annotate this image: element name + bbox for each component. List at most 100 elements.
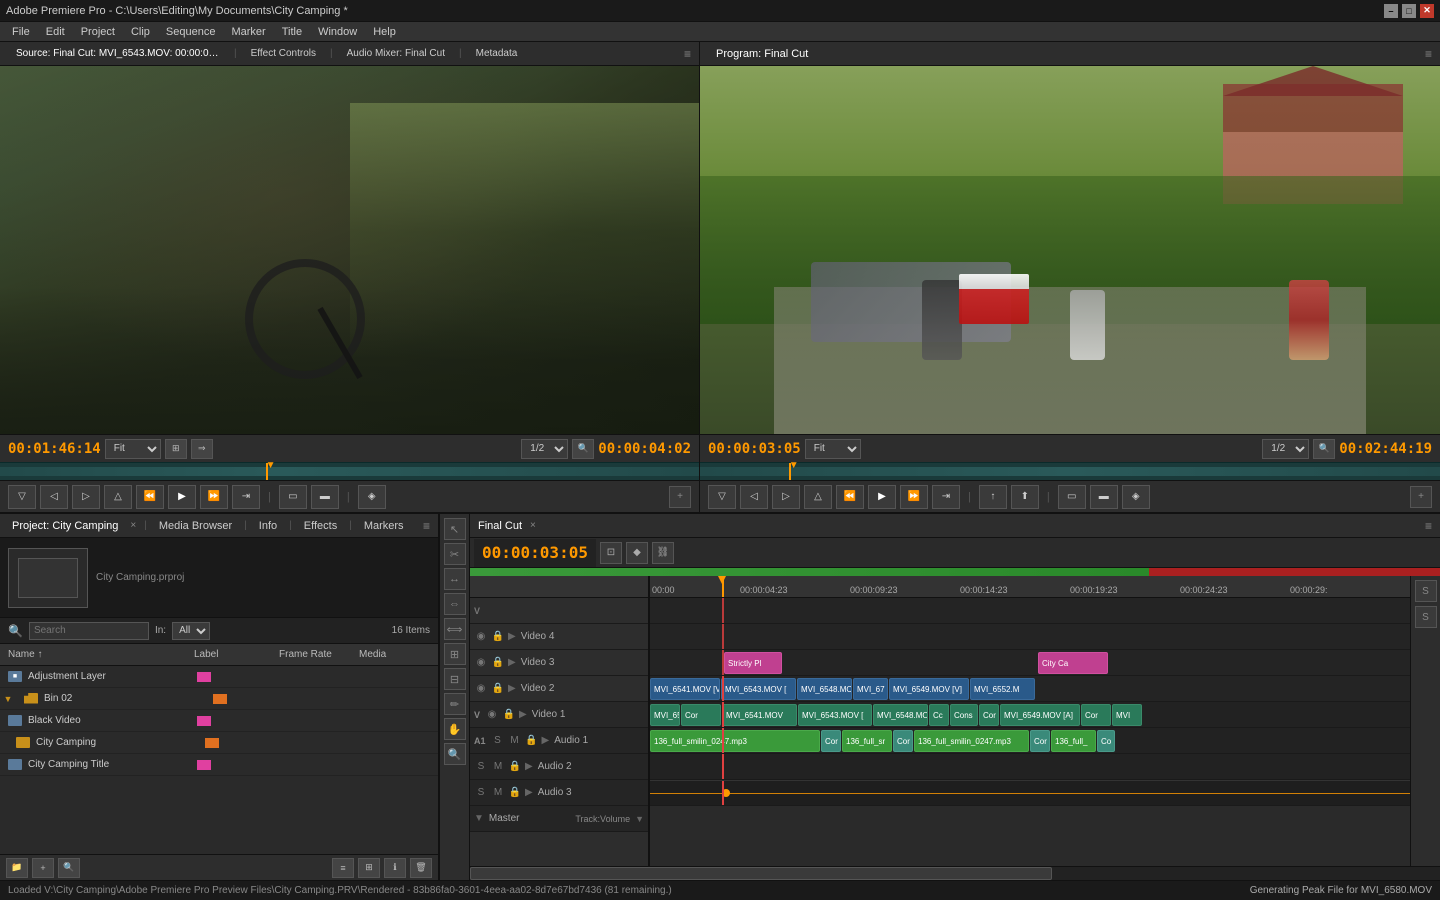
rt-minus-btn[interactable]: S [1415, 606, 1437, 628]
clip-a2-cor3[interactable]: Cor [1030, 730, 1050, 752]
select-tool-btn[interactable]: ↖ [444, 518, 466, 540]
menu-help[interactable]: Help [365, 22, 404, 42]
track-lock-btn[interactable]: 🔒 [508, 786, 522, 800]
clip-mvi6549-v[interactable]: MVI_6549.MOV [V] [889, 678, 969, 700]
source-go-to-out-btn[interactable]: ▷ [72, 485, 100, 509]
search-btn[interactable]: 🔍 [58, 858, 80, 878]
source-timecode[interactable]: 00:01:46:14 [8, 441, 101, 457]
track-expand-icon[interactable]: ▶ [508, 657, 516, 668]
new-item-btn[interactable]: + [32, 858, 54, 878]
clip-strictly-pl[interactable]: Strictly Pl [724, 652, 782, 674]
project-tab[interactable]: Project: City Camping [8, 520, 122, 532]
source-quality-dropdown[interactable]: 1/2 Full [521, 439, 568, 459]
track-lock-btn[interactable]: 🔒 [508, 760, 522, 774]
program-go-to-in-btn[interactable]: ◁ [740, 485, 768, 509]
menu-window[interactable]: Window [310, 22, 365, 42]
track-mute-btn[interactable]: S [474, 786, 488, 800]
project-tab-close[interactable]: × [130, 520, 136, 531]
metadata-btn[interactable]: ℹ [384, 858, 406, 878]
rate-stretch-btn[interactable]: ⟺ [444, 618, 466, 640]
clip-a1-mvi6548[interactable]: MVI_6548.MO [873, 704, 928, 726]
track-row-video3[interactable] [650, 624, 1410, 650]
program-mark-in-btn[interactable]: ▽ [708, 485, 736, 509]
track-lock-btn[interactable]: 🔒 [502, 708, 516, 722]
track-expand-icon[interactable]: ▼ [474, 813, 484, 824]
source-fit-dropdown[interactable]: Fit 25% 50% 100% [105, 439, 161, 459]
menu-title[interactable]: Title [274, 22, 310, 42]
clip-a2-136full2[interactable]: 136_full_smilin_0247.mp3 [914, 730, 1029, 752]
effect-controls-tab[interactable]: Effect Controls [243, 48, 324, 59]
track-lock-btn[interactable]: 🔒 [525, 734, 539, 748]
track-lock-btn[interactable]: 🔒 [491, 682, 505, 696]
program-add-btn[interactable]: + [1410, 486, 1432, 508]
program-lift-btn[interactable]: ↑ [979, 485, 1007, 509]
delete-btn[interactable]: 🗑 [410, 858, 432, 878]
source-mark-out-btn[interactable]: △ [104, 485, 132, 509]
track-solo-btn[interactable]: M [491, 786, 505, 800]
program-fit-dropdown[interactable]: Fit 25% 50% 100% [805, 439, 861, 459]
source-camera-btn[interactable]: ◈ [358, 485, 386, 509]
new-bin-btn[interactable]: 📁 [6, 858, 28, 878]
clip-a2-136full[interactable]: 136_full_smilin_0247.mp3 [650, 730, 820, 752]
hand-tool-btn[interactable]: ✋ [444, 718, 466, 740]
track-expand-icon[interactable]: ▶ [525, 761, 533, 772]
col-label-header[interactable]: Label [190, 649, 275, 660]
clip-a2-cor1[interactable]: Cor [821, 730, 841, 752]
clip-a2-136sr[interactable]: 136_full_sr [842, 730, 892, 752]
list-item[interactable]: City Camping Title [0, 754, 438, 776]
expand-icon[interactable]: ▼ [0, 694, 16, 704]
timeline-timecode[interactable]: 00:00:03:05 [474, 539, 596, 567]
slide-tool-btn[interactable]: ⊟ [444, 668, 466, 690]
timeline-scrollbar[interactable] [470, 866, 1440, 880]
program-go-to-next-btn[interactable]: ⇥ [932, 485, 960, 509]
track-row-video2[interactable]: Strictly Pl City Ca [650, 650, 1410, 676]
timeline-ruler[interactable]: 00:00 00:00:04:23 00:00:09:23 00:00:14:2… [650, 576, 1410, 598]
track-row-video1[interactable]: MVI_6541.MOV [V] MVI_6543.MOV [ MVI_6548… [650, 676, 1410, 702]
track-expand-icon[interactable]: ▶ [508, 683, 516, 694]
master-chevron[interactable]: ▼ [635, 814, 644, 824]
source-zoom-btn[interactable]: 🔍 [572, 439, 594, 459]
source-insert-btn[interactable]: ▭ [279, 485, 307, 509]
timeline-tab-close[interactable]: × [530, 520, 536, 531]
program-insert-btn[interactable]: ▭ [1058, 485, 1086, 509]
source-step-back-btn[interactable]: ⏪ [136, 485, 164, 509]
menu-clip[interactable]: Clip [123, 22, 158, 42]
clip-city-ca[interactable]: City Ca [1038, 652, 1108, 674]
track-header-master[interactable]: ▼ Master Track:Volume ▼ [470, 806, 648, 832]
metadata-tab[interactable]: Metadata [468, 48, 526, 59]
clip-mvi6548[interactable]: MVI_6548.MO [797, 678, 852, 700]
track-row-audio2[interactable]: 136_full_smilin_0247.mp3 Cor 136_full_sr… [650, 728, 1410, 754]
track-solo-btn[interactable]: M [508, 734, 522, 748]
audio-mixer-tab[interactable]: Audio Mixer: Final Cut [339, 48, 453, 59]
track-row-video4[interactable] [650, 598, 1410, 624]
clip-a1-cor[interactable]: Cor [681, 704, 721, 726]
program-overwrite-btn[interactable]: ▬ [1090, 485, 1118, 509]
clip-a2-136full3[interactable]: 136_full_ [1051, 730, 1096, 752]
markers-tab[interactable]: Markers [360, 520, 408, 532]
program-out-timecode[interactable]: 00:02:44:19 [1339, 441, 1432, 457]
panel-menu-icon[interactable]: ≡ [684, 47, 691, 61]
clip-a1-cons[interactable]: Cons [950, 704, 978, 726]
clip-a1-mvi6549-a[interactable]: MVI_6549.MOV [A] [1000, 704, 1080, 726]
clip-a1-cc[interactable]: Cc [929, 704, 949, 726]
track-header-audio2[interactable]: S M 🔒 ▶ Audio 2 [470, 754, 648, 780]
menu-edit[interactable]: Edit [38, 22, 73, 42]
list-item[interactable]: City Camping [0, 732, 438, 754]
program-step-forward-btn[interactable]: ⏩ [900, 485, 928, 509]
source-mark-in-btn[interactable]: ▽ [8, 485, 36, 509]
program-scrubber[interactable]: ▼ [700, 462, 1440, 480]
clip-mvi67[interactable]: MVI_67 [853, 678, 888, 700]
track-lock-btn[interactable]: 🔒 [491, 656, 505, 670]
roll-edit-btn[interactable]: ⇔ [444, 593, 466, 615]
list-item[interactable]: Black Video [0, 710, 438, 732]
source-tab[interactable]: Source: Final Cut: MVI_6543.MOV: 00:00:0… [8, 48, 228, 59]
track-eye-btn[interactable]: ◉ [485, 708, 499, 722]
program-quality-dropdown[interactable]: 1/2 Full [1262, 439, 1309, 459]
project-panel-menu[interactable]: ≡ [423, 519, 430, 533]
program-timecode[interactable]: 00:00:03:05 [708, 441, 801, 457]
clip-mvi6543[interactable]: MVI_6543.MOV [ [721, 678, 796, 700]
menu-marker[interactable]: Marker [223, 22, 273, 42]
track-mute-btn[interactable]: S [491, 734, 505, 748]
track-solo-btn[interactable]: M [491, 760, 505, 774]
close-button[interactable]: ✕ [1420, 4, 1434, 18]
